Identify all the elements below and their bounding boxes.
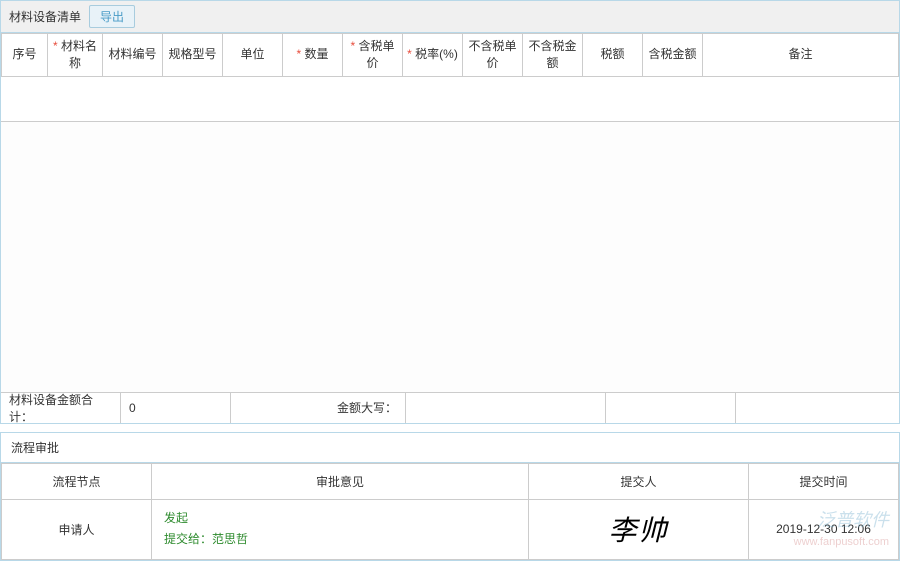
- materials-header: 材料设备清单 导出: [1, 1, 899, 33]
- summary-total-label: 材料设备金额合计：: [1, 393, 121, 423]
- col-incl-tax-amount: 含税金额: [643, 34, 703, 77]
- export-button[interactable]: 导出: [89, 5, 135, 28]
- approval-header-row: 流程节点 审批意见 提交人 提交时间: [2, 463, 899, 499]
- col-tax-price: * 含税单价: [343, 34, 403, 77]
- opinion-submit-to: 提交给：范思哲: [164, 529, 520, 551]
- signature: 李帅: [608, 516, 668, 547]
- col-opinion: 审批意见: [152, 463, 529, 499]
- col-submitter: 提交人: [529, 463, 749, 499]
- col-spec: 规格型号: [163, 34, 223, 77]
- materials-panel: 材料设备清单 导出 序号 * 材料名称 材料编号 规格型号 单位 * 数量 * …: [0, 0, 900, 424]
- materials-blank-area: [1, 122, 899, 392]
- col-name: * 材料名称: [48, 34, 103, 77]
- summary-words-value: [406, 393, 606, 423]
- materials-header-row: 序号 * 材料名称 材料编号 规格型号 单位 * 数量 * 含税单价 * 税率(…: [2, 34, 899, 77]
- approval-row: 申请人 发起 提交给：范思哲 李帅 2019-12-30 12:06: [2, 499, 899, 559]
- col-remark: 备注: [703, 34, 899, 77]
- summary-words-label: 金额大写：: [231, 393, 406, 423]
- opinion-action: 发起: [164, 508, 520, 530]
- summary-spacer-1: [606, 393, 736, 423]
- materials-title: 材料设备清单: [9, 8, 81, 25]
- cell-node: 申请人: [2, 499, 152, 559]
- col-code: 材料编号: [103, 34, 163, 77]
- cell-submitter: 李帅: [529, 499, 749, 559]
- approval-title: 流程审批: [1, 433, 899, 463]
- col-seq: 序号: [2, 34, 48, 77]
- approval-table: 流程节点 审批意见 提交人 提交时间 申请人 发起 提交给：范思哲 李帅 201…: [1, 463, 899, 560]
- cell-opinion: 发起 提交给：范思哲: [152, 499, 529, 559]
- col-unit: 单位: [223, 34, 283, 77]
- col-notax-price: 不含税单价: [463, 34, 523, 77]
- materials-summary: 材料设备金额合计： 0 金额大写：: [1, 392, 899, 423]
- cell-time: 2019-12-30 12:06: [749, 499, 899, 559]
- col-qty: * 数量: [283, 34, 343, 77]
- col-node: 流程节点: [2, 463, 152, 499]
- col-notax-amount: 不含税金额: [523, 34, 583, 77]
- summary-spacer-2: [736, 393, 899, 423]
- approval-panel: 流程审批 流程节点 审批意见 提交人 提交时间 申请人 发起 提交给：范思哲: [0, 432, 900, 561]
- summary-total-value: 0: [121, 393, 231, 423]
- materials-table: 序号 * 材料名称 材料编号 规格型号 单位 * 数量 * 含税单价 * 税率(…: [1, 33, 899, 77]
- col-tax-amount: 税额: [583, 34, 643, 77]
- col-submit-time: 提交时间: [749, 463, 899, 499]
- materials-empty-row: [1, 77, 899, 122]
- col-tax-rate: * 税率(%): [403, 34, 463, 77]
